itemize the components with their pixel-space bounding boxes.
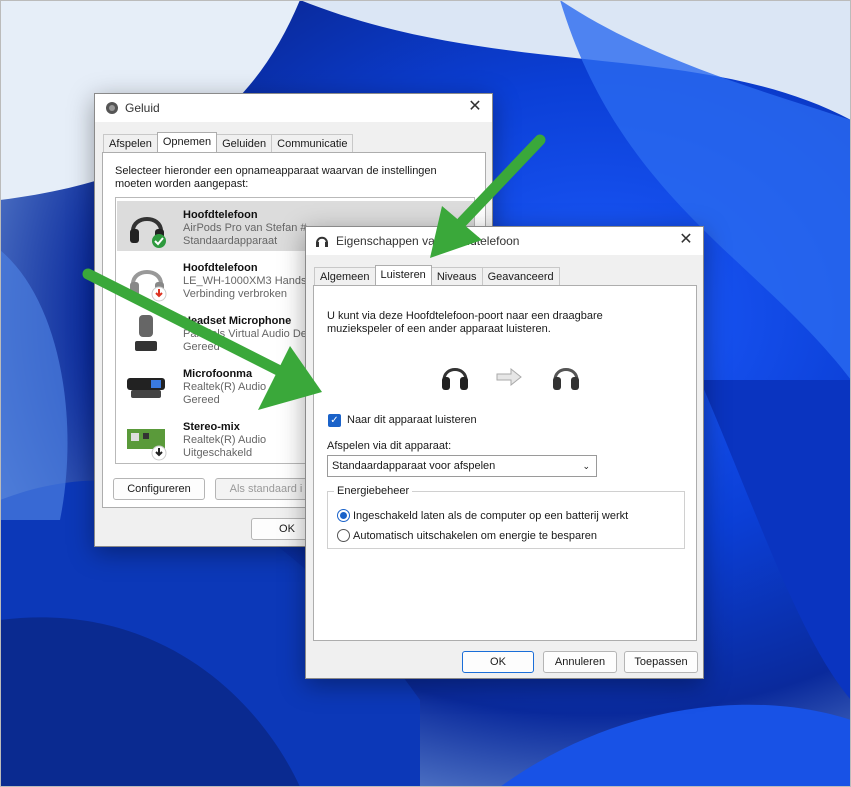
properties-dialog-panel: U kunt via deze Hoofdtelefoon-poort naar… (313, 285, 697, 641)
playback-label: Afspelen via dit apparaat: (327, 440, 452, 452)
headphones-icon (553, 368, 579, 390)
power-option-auto-off-radio[interactable] (337, 529, 350, 542)
tab-opnemen[interactable]: Opnemen (156, 132, 218, 153)
speaker-icon (106, 102, 118, 114)
device-description: Parallels Virtual Audio De (183, 328, 307, 340)
device-status: Uitgeschakeld (183, 447, 253, 459)
configure-button[interactable]: Configureren (113, 478, 205, 500)
device-name: Microfoonma (183, 368, 253, 380)
device-status: Gereed (183, 394, 220, 406)
ok-button[interactable]: OK (462, 651, 534, 673)
device-name: Hoofdtelefoon (183, 209, 258, 221)
listen-checkbox-label: Naar dit apparaat luisteren (347, 414, 477, 426)
properties-dialog-titlebar: Eigenschappen van Hoofdtelefoon ✕ (306, 227, 703, 255)
playback-device-value: Standaardapparaat voor afspelen (332, 460, 496, 472)
headphones-icon (130, 270, 167, 302)
headphones-icon (130, 217, 166, 248)
tab-luisteren[interactable]: Luisteren (374, 265, 432, 286)
device-status: Gereed (183, 341, 220, 353)
headphones-icon (316, 236, 328, 247)
listen-description-line-1: U kunt via deze Hoofdtelefoon-poort naar… (327, 310, 603, 322)
close-icon[interactable]: ✕ (466, 98, 484, 116)
properties-dialog: Eigenschappen van Hoofdtelefoon ✕ Algeme… (305, 226, 704, 679)
sound-dialog-titlebar: Geluid ✕ (95, 94, 492, 122)
microphone-icon (135, 315, 157, 351)
sound-dialog-title: Geluid (125, 101, 160, 115)
properties-dialog-title: Eigenschappen van Hoofdtelefoon (336, 234, 520, 248)
device-name: Hoofdtelefoon (183, 262, 258, 274)
headset-icon (442, 368, 468, 390)
listen-checkbox[interactable]: ✓ (328, 414, 341, 427)
power-option-keep-on-label: Ingeschakeld laten als de computer op ee… (353, 510, 629, 522)
set-default-button[interactable]: Als standaard i (215, 478, 317, 500)
device-description: Realtek(R) Audio (183, 434, 267, 446)
device-status: Standaardapparaat (183, 235, 278, 247)
apply-button[interactable]: Toepassen (624, 651, 698, 673)
device-status: Verbinding verbroken (183, 288, 287, 300)
power-group-legend: Energiebeheer (334, 485, 413, 497)
microphone-array-icon (127, 378, 165, 398)
playback-device-select[interactable]: Standaardapparaat voor afspelen ⌄ (327, 455, 597, 477)
device-description: LE_WH-1000XM3 Hands- (183, 275, 311, 287)
device-name: Headset Microphone (183, 315, 292, 327)
close-icon[interactable]: ✕ (677, 231, 695, 249)
power-group: Energiebeheer Ingeschakeld laten als de … (327, 485, 685, 549)
arrow-right-icon (496, 368, 522, 386)
sound-card-icon (127, 429, 167, 461)
device-name: Stereo-mix (183, 421, 240, 433)
instruction-text: Selecteer hieronder een opnameapparaat w… (115, 165, 437, 190)
power-option-auto-off-label: Automatisch uitschakelen om energie te b… (353, 530, 597, 542)
device-description: Realtek(R) Audio (183, 381, 267, 393)
device-description: AirPods Pro van Stefan # (183, 222, 307, 234)
listen-description-line-2: muziekspeler of een ander apparaat luist… (327, 323, 551, 335)
power-option-keep-on-radio[interactable] (337, 509, 350, 522)
chevron-down-icon: ⌄ (582, 461, 590, 471)
cancel-button[interactable]: Annuleren (543, 651, 617, 673)
